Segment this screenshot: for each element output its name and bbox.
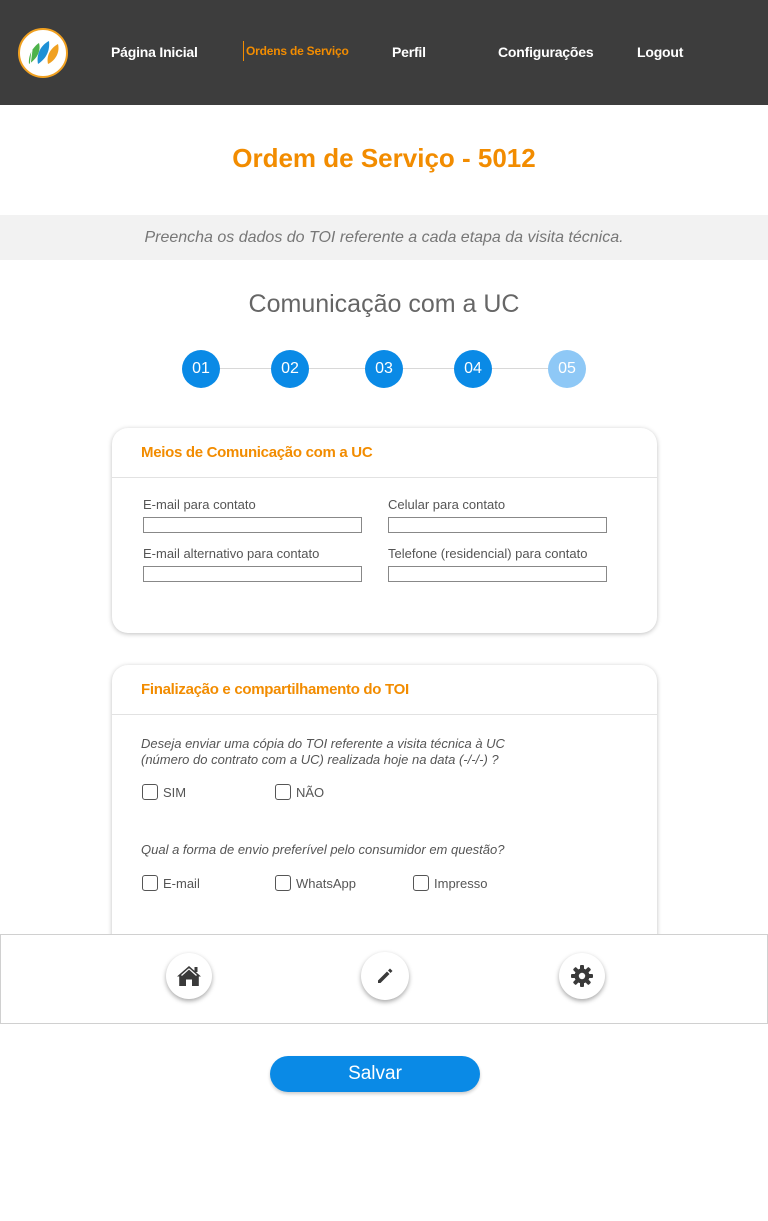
save-button[interactable]: Salvar [270,1056,480,1092]
nav-settings[interactable]: Configurações [498,44,594,60]
communication-card: Meios de Comunicação com a UC E-mail par… [112,428,657,633]
step-connector [490,368,550,369]
edit-button[interactable] [361,952,409,1000]
card-header: Meios de Comunicação com a UC [112,428,657,478]
print-option-label: Impresso [434,875,488,891]
question-send-method: Qual a forma de envio preferível pelo co… [141,842,505,857]
page: Página Inicial Ordens de Serviço Perfil … [0,0,768,1221]
checkbox-box[interactable] [142,875,158,891]
mobile-label: Celular para contato [388,497,506,512]
card-header: Finalização e compartilhamento do TOI [112,665,657,715]
top-navbar: Página Inicial Ordens de Serviço Perfil … [0,0,768,105]
checkbox-box[interactable] [142,784,158,800]
phone-field[interactable] [388,566,607,582]
finalization-card-title: Finalização e compartilhamento do TOI [141,681,409,698]
email-option-label: E-mail [163,875,200,891]
question-send-copy-line2: (número do contrato com a UC) realizada … [141,752,499,767]
step-5[interactable]: 05 [548,350,586,388]
alt-email-label: E-mail alternativo para contato [143,546,320,561]
yes-label: SIM [163,784,187,800]
email-field[interactable] [143,517,362,533]
page-title: Ordem de Serviço - 5012 [232,143,536,173]
finalization-card: Finalização e compartilhamento do TOI De… [112,665,657,965]
mobile-field[interactable] [388,517,607,533]
question-send-copy-line1: Deseja enviar uma cópia do TOI referente… [141,736,505,751]
nav-home[interactable]: Página Inicial [111,44,198,60]
nav-logout[interactable]: Logout [637,44,683,60]
step-connector [307,368,367,369]
step-4[interactable]: 04 [454,350,492,388]
no-label: NÃO [296,784,325,800]
no-checkbox[interactable]: NÃO [275,784,324,800]
communication-card-title: Meios de Comunicação com a UC [141,444,373,461]
step-2[interactable]: 02 [271,350,309,388]
checkbox-box[interactable] [275,784,291,800]
home-icon [177,966,201,986]
section-title: Comunicação com a UC [248,290,520,318]
checkbox-box[interactable] [275,875,291,891]
settings-button[interactable] [559,953,605,999]
alt-email-field[interactable] [143,566,362,582]
step-connector [401,368,457,369]
whatsapp-option-checkbox[interactable]: WhatsApp [275,875,356,891]
question-send-copy: Deseja enviar uma cópia do TOI referente… [141,736,505,768]
yes-checkbox[interactable]: SIM [142,784,186,800]
home-button[interactable] [166,953,212,999]
step-1[interactable]: 01 [182,350,220,388]
company-logo[interactable] [18,28,68,78]
step-connector [218,368,275,369]
page-subtitle: Preencha os dados do TOI referente a cad… [144,229,624,246]
phone-label: Telefone (residencial) para contato [388,546,588,561]
bottom-toolbar [0,934,768,1024]
step-3[interactable]: 03 [365,350,403,388]
checkbox-box[interactable] [413,875,429,891]
nav-service-orders[interactable]: Ordens de Serviço [243,41,349,61]
email-label: E-mail para contato [143,497,256,512]
nav-profile[interactable]: Perfil [392,44,426,60]
email-option-checkbox[interactable]: E-mail [142,875,200,891]
whatsapp-option-label: WhatsApp [296,875,356,891]
gear-icon [571,965,593,987]
print-option-checkbox[interactable]: Impresso [413,875,487,891]
pencil-icon [378,968,393,983]
